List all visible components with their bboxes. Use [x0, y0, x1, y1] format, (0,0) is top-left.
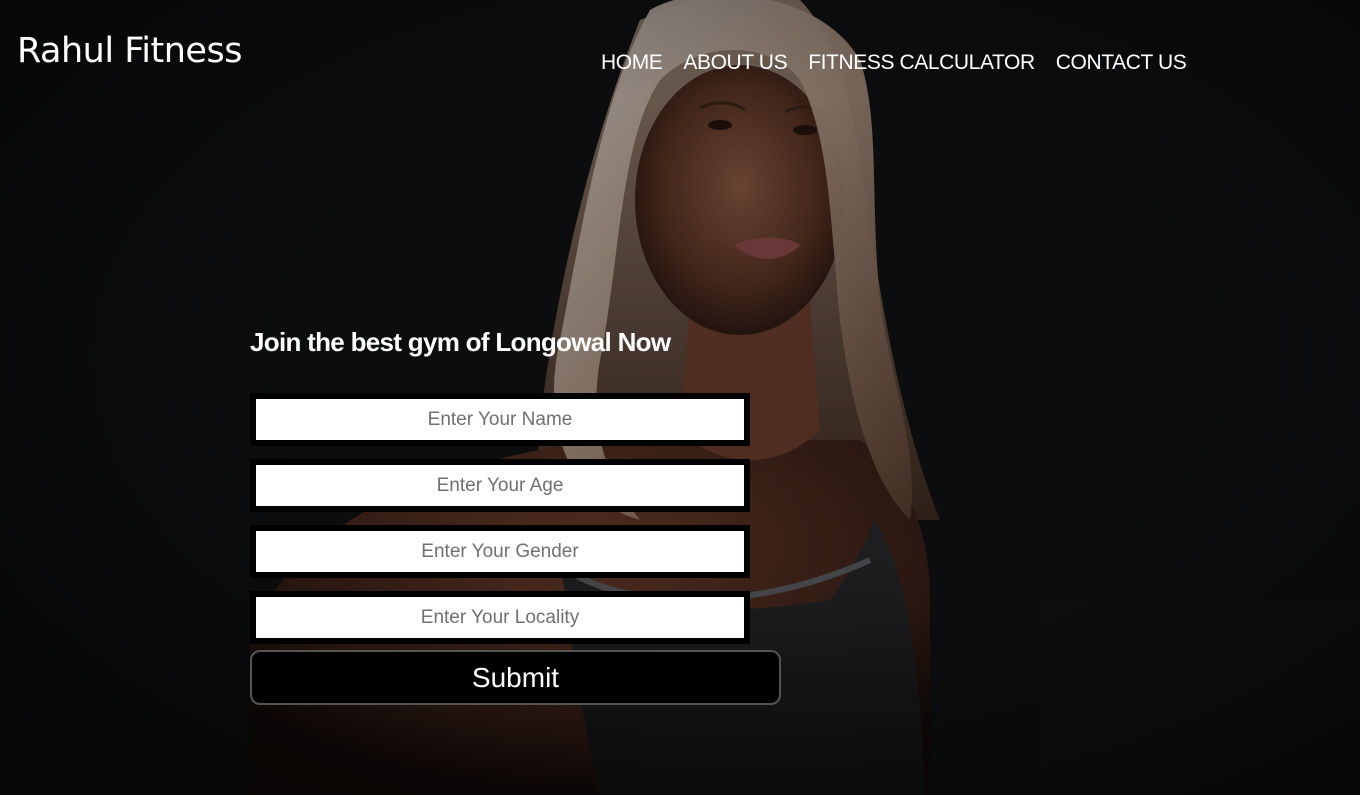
nav-item-home[interactable]: HOME: [601, 49, 663, 76]
page: Rahul Fitness HOME ABOUT US FITNESS CALC…: [0, 0, 1360, 795]
nav-item-fitness-calculator[interactable]: FITNESS CALCULATOR: [808, 49, 1035, 76]
age-input[interactable]: [250, 459, 750, 512]
nav-item-contact-us[interactable]: CONTACT US: [1056, 49, 1187, 76]
name-input[interactable]: [250, 393, 750, 446]
brand-title[interactable]: Rahul Fitness: [17, 30, 242, 72]
gender-input[interactable]: [250, 525, 750, 578]
join-heading: Join the best gym of Longowal Now: [250, 327, 671, 357]
join-form: Submit: [250, 393, 782, 705]
main-nav: HOME ABOUT US FITNESS CALCULATOR CONTACT…: [601, 49, 1187, 76]
locality-input[interactable]: [250, 591, 750, 644]
submit-button[interactable]: Submit: [250, 650, 781, 705]
nav-item-about-us[interactable]: ABOUT US: [683, 49, 787, 76]
